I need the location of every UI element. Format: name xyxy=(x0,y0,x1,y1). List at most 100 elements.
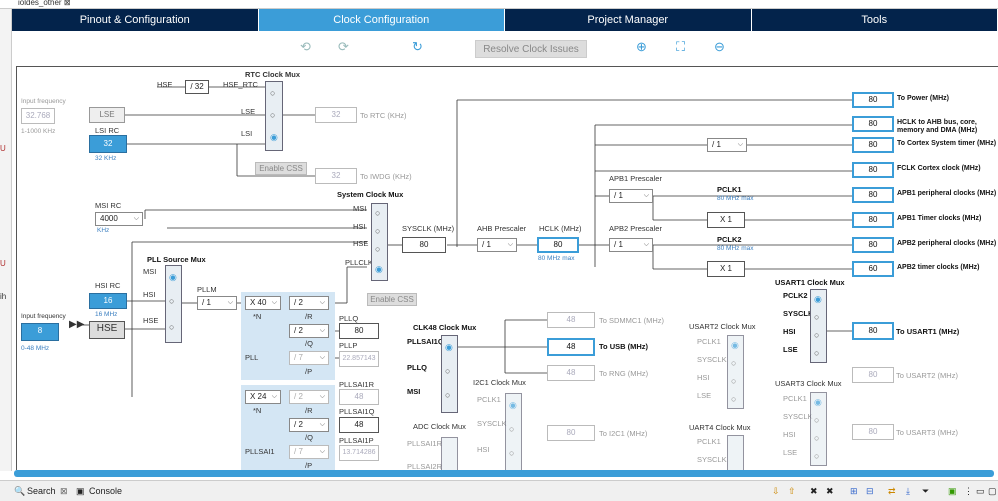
system-clock-mux-label: System Clock Mux xyxy=(337,190,404,199)
open-console-icon[interactable]: ▣ xyxy=(948,486,957,497)
search-tab[interactable]: Search xyxy=(27,486,56,496)
output-label: FCLK Cortex clock (MHz) xyxy=(897,165,981,172)
pllsai-n-select[interactable]: X 24 ⌵ xyxy=(245,390,281,404)
pll-q-select[interactable]: / 2 ⌵ xyxy=(289,324,329,338)
enable-css-button[interactable]: Enable CSS xyxy=(367,293,417,306)
i2c1-mux[interactable]: ◉ ○ ○ xyxy=(505,393,522,470)
pll-source-mux[interactable]: ◉ ○ ○ xyxy=(165,265,182,343)
horizontal-scrollbar[interactable] xyxy=(14,470,994,477)
pll-r-select[interactable]: / 2 ⌵ xyxy=(289,296,329,310)
left-edge-panel: U U ih xyxy=(0,9,12,471)
hsi-value[interactable]: 16 xyxy=(89,293,127,309)
pll-p-select[interactable]: / 7 ⌵ xyxy=(289,351,329,365)
ahb-prescaler-select[interactable]: / 1 ⌵ xyxy=(477,238,517,252)
adc-in1: PLLSAI1R xyxy=(407,439,443,448)
minimize-icon[interactable]: ▭ xyxy=(976,486,985,497)
sys-pllclk-label: PLLCLK xyxy=(345,258,373,267)
bottom-panel-bar: 🔍 Search ⊠ ▣ Console ⇩ ⇧ ✖ ✖ ⊞ ⊟ ⇄ ⤓ ⏷ ▣… xyxy=(0,480,998,501)
pin-icon[interactable]: ⤓ xyxy=(906,486,910,497)
output-value[interactable]: 80 xyxy=(852,162,894,178)
fit-icon[interactable]: ⛶ xyxy=(676,39,685,55)
pllm-select[interactable]: / 1 ⌵ xyxy=(197,296,237,310)
pllsai-q-select[interactable]: / 2 ⌵ xyxy=(289,418,329,432)
msi-unit: KHz xyxy=(97,227,110,234)
file-tab[interactable]: ioldes_other ⊠ xyxy=(18,0,71,7)
usart1-mux[interactable]: ◉ ○ ○ ○ xyxy=(810,289,827,363)
u2-hsi: HSI xyxy=(697,373,710,382)
usart3-mux-label: USART3 Clock Mux xyxy=(775,379,842,388)
filter-icon[interactable]: ⏷ xyxy=(922,486,929,497)
pll-src-hse: HSE xyxy=(143,316,159,325)
output-value[interactable]: 80 xyxy=(852,92,894,108)
lse-box[interactable]: LSE xyxy=(89,107,125,123)
maximize-icon[interactable]: ▢ xyxy=(988,486,997,497)
usart3-mux[interactable]: ◉ ○ ○ ○ xyxy=(810,392,827,466)
zoom-out-icon[interactable]: ⊖ xyxy=(714,39,725,55)
pllq-label: PLLQ xyxy=(339,314,359,323)
hclk-value[interactable]: 80 xyxy=(537,237,579,253)
rtc-mux[interactable]: ○ ○ ◉ xyxy=(265,81,283,151)
adc-mux[interactable] xyxy=(441,437,458,470)
output-value[interactable]: 80 xyxy=(852,187,894,203)
pclk1-label: PCLK1 xyxy=(717,185,742,194)
refresh-icon[interactable]: ↻ xyxy=(412,39,423,55)
remove-icon[interactable]: ✖ xyxy=(810,486,818,497)
msi-select[interactable]: 4000 ⌵ xyxy=(95,212,143,226)
system-clock-mux[interactable]: ○ ○ ○ ◉ xyxy=(371,203,388,281)
output-value[interactable]: 80 xyxy=(852,116,894,132)
hse-frequency-input[interactable]: 8 xyxy=(21,323,59,341)
pll-source-mux-label: PLL Source Mux xyxy=(147,255,206,264)
i2c-hsi: HSI xyxy=(477,445,490,454)
zoom-in-icon[interactable]: ⊕ xyxy=(636,39,647,55)
console-tab[interactable]: Console xyxy=(89,486,122,496)
arrow-down-icon[interactable]: ⇩ xyxy=(772,486,780,497)
apb1-prescaler-select[interactable]: / 1 ⌵ xyxy=(609,189,653,203)
lsi-value[interactable]: 32 xyxy=(89,135,127,153)
pllsai-p-select[interactable]: / 7 ⌵ xyxy=(289,445,329,459)
link-icon[interactable]: ⇄ xyxy=(888,486,896,497)
resolve-clock-issues-button[interactable]: Resolve Clock Issues xyxy=(475,40,587,58)
output-value[interactable]: 80 xyxy=(852,212,894,228)
usb-value[interactable]: 48 xyxy=(547,338,595,356)
close-icon[interactable]: ⊠ xyxy=(60,486,68,497)
sysclk-value[interactable]: 80 xyxy=(402,237,446,253)
iwdg-output: 32 xyxy=(315,168,357,184)
arrow-up-icon[interactable]: ⇧ xyxy=(788,486,796,497)
u2-lse: LSE xyxy=(697,391,712,400)
remove-all-icon[interactable]: ✖ xyxy=(826,486,834,497)
tab-project-manager[interactable]: Project Manager xyxy=(505,9,752,31)
pllsai-r-select[interactable]: / 2 ⌵ xyxy=(289,390,329,404)
output-value[interactable]: 80 xyxy=(852,137,894,153)
pll-label: PLL xyxy=(245,353,259,362)
apb2-prescaler-select[interactable]: / 1 ⌵ xyxy=(609,238,653,252)
enable-css-rtc-button[interactable]: Enable CSS xyxy=(255,162,307,175)
tab-pinout[interactable]: Pinout & Configuration xyxy=(12,9,259,31)
output-value[interactable]: 60 xyxy=(852,261,894,277)
pllp-value[interactable]: 22.857143 xyxy=(339,351,379,367)
tab-clock-configuration[interactable]: Clock Configuration xyxy=(258,9,505,31)
clk48-mux[interactable]: ◉ ○ ○ xyxy=(441,335,458,413)
lse-frequency-input[interactable]: 32.768 xyxy=(21,108,55,124)
pll-n-select[interactable]: X 40 ⌵ xyxy=(245,296,281,310)
usart1-value[interactable]: 80 xyxy=(852,322,894,340)
usart2-mux[interactable]: ◉ ○ ○ ○ xyxy=(727,335,744,409)
hse-box[interactable]: HSE xyxy=(89,321,125,339)
uart4-mux[interactable] xyxy=(727,435,744,470)
undo-icon[interactable]: ⟲ xyxy=(300,39,311,55)
pllsai1r-value[interactable]: 48 xyxy=(339,389,379,405)
pll-p-label: /P xyxy=(305,367,313,376)
cortex-timer-divider-select[interactable]: / 1 ⌵ xyxy=(707,138,747,152)
u3-hsi: HSI xyxy=(783,430,796,439)
hsi-unit: 16 MHz xyxy=(95,311,118,318)
view-menu-icon[interactable]: ⋮ xyxy=(964,486,973,497)
output-value[interactable]: 80 xyxy=(852,237,894,253)
expand-icon[interactable]: ⊞ xyxy=(850,486,858,497)
pllq-value[interactable]: 80 xyxy=(339,323,379,339)
lse-range: 1-1000 KHz xyxy=(21,128,56,135)
collapse-icon[interactable]: ⊟ xyxy=(866,486,874,497)
pllsai1q-value[interactable]: 48 xyxy=(339,417,379,433)
pllsai1p-value[interactable]: 13.714286 xyxy=(339,445,379,461)
rng-value: 48 xyxy=(547,365,595,381)
redo-icon[interactable]: ⟳ xyxy=(338,39,349,55)
tab-tools[interactable]: Tools xyxy=(751,9,998,31)
